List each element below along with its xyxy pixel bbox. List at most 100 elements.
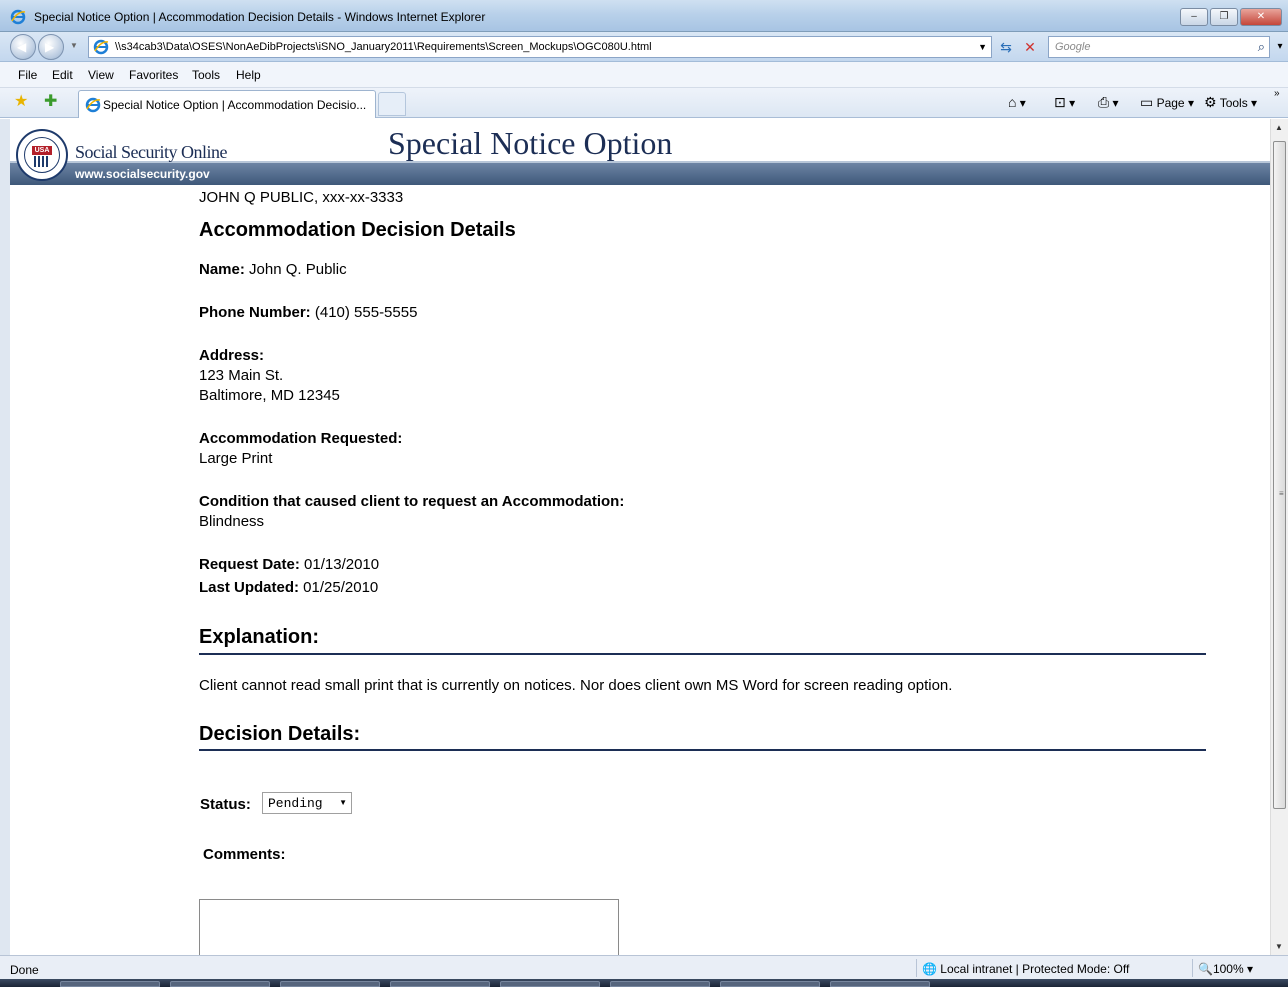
explanation-divider	[199, 653, 1206, 655]
seal-ring	[24, 137, 60, 173]
name-row: Name: John Q. Public	[199, 261, 347, 278]
search-icon[interactable]: ⌕	[1258, 39, 1265, 55]
menu-edit[interactable]: Edit	[52, 68, 73, 82]
feeds-button[interactable]: ⊡ ▾	[1054, 94, 1075, 111]
menu-bar: File Edit View Favorites Tools Help	[0, 62, 1288, 88]
section-heading: Accommodation Decision Details	[199, 219, 516, 241]
name-value: John Q. Public	[244, 261, 347, 278]
minimize-button[interactable]: –	[1180, 8, 1208, 26]
scroll-thumb[interactable]: ≡	[1273, 141, 1286, 809]
print-icon: ⎙	[1098, 94, 1110, 110]
seal-stripes	[34, 156, 50, 167]
ssa-seal-logo[interactable]: USA	[16, 129, 68, 181]
client-identity: JOHN Q PUBLIC, xxx-xx-3333	[199, 189, 404, 206]
page-icon-small: ▭	[1140, 94, 1154, 110]
tab-bar: ★ ✚ Special Notice Option | Accommodatio…	[0, 88, 1288, 118]
taskbar-item[interactable]	[60, 981, 160, 987]
new-tab-button[interactable]	[378, 92, 406, 116]
vertical-scrollbar[interactable]: ▲ ≡ ▼	[1270, 119, 1288, 955]
taskbar-item[interactable]	[390, 981, 490, 987]
window-title-bar: Special Notice Option | Accommodation De…	[0, 0, 1288, 32]
status-selected-value: Pending	[268, 796, 323, 811]
scroll-down-icon[interactable]: ▼	[1275, 942, 1283, 951]
phone-value: (410) 555-5555	[310, 304, 418, 321]
ssa-header: USA Social Security Online www.socialsec…	[10, 119, 1270, 185]
home-button[interactable]: ⌂ ▾	[1008, 94, 1026, 110]
back-arrow-icon: ◀	[17, 40, 27, 54]
restore-button[interactable]: ❐	[1210, 8, 1238, 26]
print-button[interactable]: ⎙ ▾	[1098, 94, 1119, 111]
explanation-text: Client cannot read small print that is c…	[199, 677, 953, 694]
zoom-magnifier-icon: 🔍	[1198, 962, 1213, 976]
window-title: Special Notice Option | Accommodation De…	[34, 10, 486, 24]
phone-label: Phone Number:	[199, 304, 311, 321]
page-viewport: USA Social Security Online www.socialsec…	[10, 119, 1270, 955]
forward-button[interactable]: ▶	[38, 34, 64, 60]
address-dropdown-icon[interactable]: ▼	[978, 42, 987, 52]
last-updated-label: Last Updated:	[199, 579, 300, 596]
address-url[interactable]: \\s34cab3\Data\OSES\NonAeDibProjects\iSN…	[115, 41, 652, 53]
add-favorite-icon[interactable]: ✚	[44, 92, 57, 112]
condition-value: Blindness	[199, 513, 265, 530]
accommodation-value: Large Print	[199, 450, 273, 467]
request-date-label: Request Date:	[199, 556, 300, 573]
seal-usa-label: USA	[32, 146, 52, 155]
menu-view[interactable]: View	[88, 68, 114, 82]
comments-label: Comments:	[203, 846, 286, 863]
address-line-1: 123 Main St.	[199, 367, 284, 384]
left-frame-edge	[0, 119, 10, 955]
tab-page-icon	[85, 97, 101, 113]
stop-icon[interactable]: ✕	[1018, 36, 1042, 58]
scroll-up-icon[interactable]: ▲	[1275, 123, 1283, 132]
site-brand[interactable]: Social Security Online	[75, 142, 227, 163]
status-separator	[916, 959, 917, 977]
taskbar-item[interactable]	[280, 981, 380, 987]
page-icon	[93, 39, 109, 55]
zoom-level: 100%	[1212, 962, 1244, 976]
search-placeholder: Google	[1055, 41, 1091, 53]
menu-help[interactable]: Help	[236, 68, 261, 82]
address-field[interactable]: \\s34cab3\Data\OSES\NonAeDibProjects\iSN…	[88, 36, 992, 58]
gear-icon: ⚙	[1204, 94, 1217, 110]
security-zone[interactable]: 🌐 Local intranet | Protected Mode: Off	[922, 962, 1129, 976]
taskbar-item[interactable]	[830, 981, 930, 987]
search-input[interactable]: Google ⌕	[1048, 36, 1270, 58]
page-menu-button[interactable]: ▭ Page ▾	[1140, 94, 1194, 111]
address-line-2: Baltimore, MD 12345	[199, 387, 340, 404]
refresh-icon[interactable]: ⇆	[994, 36, 1018, 58]
zoom-control[interactable]: 🔍100% ▾	[1198, 962, 1253, 976]
taskbar-item[interactable]	[720, 981, 820, 987]
tools-menu-label: Tools	[1219, 96, 1248, 110]
chevron-more-icon[interactable]: »	[1274, 88, 1280, 99]
back-button[interactable]: ◀	[10, 34, 36, 60]
status-select[interactable]: Pending ▼	[262, 792, 352, 814]
feeds-icon: ⊡	[1054, 94, 1066, 110]
menu-file[interactable]: File	[18, 68, 37, 82]
page-menu-label: Page	[1156, 96, 1185, 110]
comments-textarea[interactable]	[199, 899, 619, 955]
intranet-globe-icon: 🌐	[922, 962, 937, 976]
request-date-row: Request Date: 01/13/2010	[199, 556, 379, 573]
address-label: Address:	[199, 347, 265, 364]
forward-arrow-icon: ▶	[45, 40, 55, 54]
last-updated-row: Last Updated: 01/25/2010	[199, 579, 378, 596]
explanation-heading: Explanation:	[199, 626, 320, 648]
menu-favorites[interactable]: Favorites	[129, 68, 178, 82]
close-window-button[interactable]: ✕	[1240, 8, 1282, 26]
taskbar-item[interactable]	[500, 981, 600, 987]
chevron-down-icon: ▼	[339, 798, 347, 807]
tab-title: Special Notice Option | Accommodation De…	[103, 98, 367, 112]
decision-heading: Decision Details:	[199, 723, 361, 745]
taskbar-item[interactable]	[610, 981, 710, 987]
tab-active[interactable]: Special Notice Option | Accommodation De…	[78, 90, 376, 118]
accommodation-label: Accommodation Requested:	[199, 430, 403, 447]
tools-menu-button[interactable]: ⚙ Tools ▾	[1204, 94, 1257, 111]
menu-tools[interactable]: Tools	[192, 68, 220, 82]
taskbar-item[interactable]	[170, 981, 270, 987]
history-dropdown-icon[interactable]: ▼	[70, 41, 78, 50]
last-updated-value: 01/25/2010	[299, 579, 379, 596]
search-options-icon[interactable]: ▾	[1268, 36, 1288, 58]
favorites-star-icon[interactable]: ★	[14, 92, 28, 112]
status-text: Done	[10, 963, 39, 977]
site-url[interactable]: www.socialsecurity.gov	[75, 167, 210, 181]
